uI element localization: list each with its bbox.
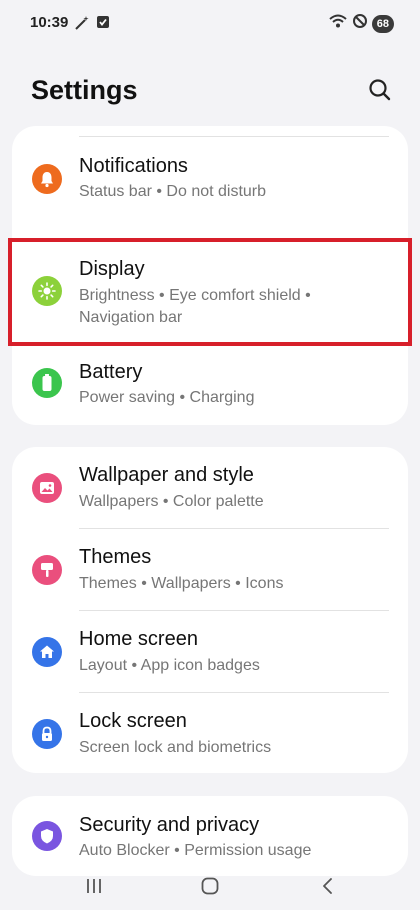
item-subtitle: Screen lock and biometrics	[79, 739, 272, 756]
divider	[79, 136, 389, 137]
battery-indicator: 68	[371, 14, 394, 33]
settings-item-battery[interactable]: Battery Power saving • Charging	[12, 348, 408, 425]
check-square-icon	[96, 15, 110, 36]
status-bar: 10:39 68	[0, 0, 420, 46]
item-title: Themes	[79, 546, 152, 568]
settings-item-themes[interactable]: Themes Themes • Wallpapers • Icons	[12, 529, 408, 610]
status-time: 10:39	[30, 14, 69, 31]
wand-icon	[74, 15, 90, 36]
shield-icon	[32, 821, 62, 851]
item-subtitle: Wallpapers • Color palette	[79, 493, 264, 510]
item-title: Lock screen	[79, 710, 187, 732]
item-title: Notifications	[79, 155, 188, 177]
page-title: Settings	[31, 75, 138, 105]
back-icon[interactable]	[318, 876, 338, 901]
item-subtitle: Themes • Wallpapers • Icons	[79, 575, 284, 592]
item-title: Home screen	[79, 628, 198, 650]
item-subtitle: Status bar • Do not disturb	[79, 183, 267, 200]
highlight-box	[8, 238, 412, 346]
brush-icon	[32, 555, 62, 585]
wifi-icon	[328, 13, 348, 34]
item-title: Battery	[79, 361, 143, 383]
image-icon	[32, 473, 62, 503]
item-title: Security and privacy	[79, 814, 260, 836]
do-not-disturb-icon	[352, 13, 368, 34]
settings-item-home-screen[interactable]: Home screen Layout • App icon badges	[12, 611, 408, 692]
recents-icon[interactable]	[84, 876, 104, 901]
navigation-bar	[0, 860, 420, 910]
search-button[interactable]	[366, 76, 394, 104]
settings-item-wallpaper[interactable]: Wallpaper and style Wallpapers • Color p…	[12, 447, 408, 527]
item-title: Wallpaper and style	[79, 464, 254, 486]
settings-item-lock-screen[interactable]: Lock screen Screen lock and biometrics	[12, 693, 408, 773]
item-subtitle: Layout • App icon badges	[79, 657, 260, 674]
item-subtitle: Power saving • Charging	[79, 389, 255, 406]
home-icon	[32, 637, 62, 667]
lock-icon	[32, 719, 62, 749]
battery-icon	[32, 368, 62, 398]
settings-group-2: Wallpaper and style Wallpapers • Color p…	[12, 447, 408, 773]
bell-icon	[32, 164, 62, 194]
search-icon	[366, 79, 394, 108]
item-subtitle: Auto Blocker • Permission usage	[79, 842, 312, 859]
settings-item-notifications[interactable]: Notifications Status bar • Do not distur…	[12, 142, 408, 228]
home-nav-icon[interactable]	[200, 876, 220, 901]
